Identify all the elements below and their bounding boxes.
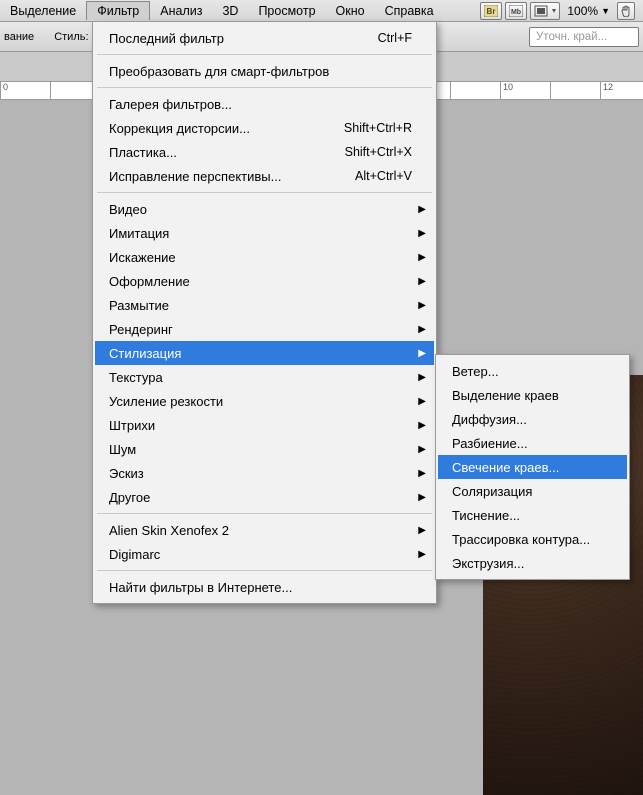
bridge-button[interactable]: Br — [480, 2, 502, 20]
refine-edge-button[interactable]: Уточн. край... — [529, 27, 639, 47]
submenu-glowing-edges[interactable]: Свечение краев... — [438, 455, 627, 479]
menu-analysis[interactable]: Анализ — [150, 2, 212, 20]
menu-other[interactable]: Другое▶ — [95, 485, 434, 509]
submenu-arrow-icon: ▶ — [418, 468, 426, 479]
submenu-arrow-icon: ▶ — [418, 300, 426, 311]
menu-last-filter[interactable]: Последний фильтр Ctrl+F — [95, 26, 434, 50]
menu-sketch[interactable]: Эскиз▶ — [95, 461, 434, 485]
submenu-arrow-icon: ▶ — [418, 348, 426, 359]
menu-help[interactable]: Справка — [375, 2, 444, 20]
menu-vanishing-point[interactable]: Исправление перспективы... Alt+Ctrl+V — [95, 164, 434, 188]
submenu-arrow-icon: ▶ — [418, 372, 426, 383]
submenu-tiles[interactable]: Разбиение... — [438, 431, 627, 455]
menu-pixelate[interactable]: Оформление▶ — [95, 269, 434, 293]
submenu-arrow-icon: ▶ — [418, 492, 426, 503]
menu-separator — [97, 54, 432, 55]
menu-window[interactable]: Окно — [326, 2, 375, 20]
submenu-extrude[interactable]: Экструзия... — [438, 551, 627, 575]
minibridge-button[interactable]: Mb — [505, 2, 527, 20]
menu-filter[interactable]: Фильтр — [86, 1, 150, 20]
menu-separator — [97, 87, 432, 88]
stylize-submenu: Ветер... Выделение краев Диффузия... Раз… — [435, 354, 630, 580]
menu-liquify[interactable]: Пластика... Shift+Ctrl+X — [95, 140, 434, 164]
menu-view[interactable]: Просмотр — [248, 2, 325, 20]
submenu-arrow-icon: ▶ — [418, 228, 426, 239]
toolbar-right: Br Mb 100% ▼ — [480, 2, 635, 20]
opt-style-label: Стиль: — [54, 31, 88, 43]
bridge-icon: Br — [484, 5, 498, 17]
submenu-solarize[interactable]: Соляризация — [438, 479, 627, 503]
menu-sharpen[interactable]: Усиление резкости▶ — [95, 389, 434, 413]
chevron-down-icon: ▼ — [601, 6, 610, 16]
menu-separator — [97, 570, 432, 571]
opt-preset-label: вание — [4, 31, 34, 43]
hand-tool-button[interactable] — [617, 2, 635, 20]
filter-menu: Последний фильтр Ctrl+F Преобразовать дл… — [92, 21, 437, 604]
submenu-emboss[interactable]: Тиснение... — [438, 503, 627, 527]
submenu-arrow-icon: ▶ — [418, 444, 426, 455]
menu-render[interactable]: Рендеринг▶ — [95, 317, 434, 341]
submenu-arrow-icon: ▶ — [418, 276, 426, 287]
svg-text:Br: Br — [487, 7, 496, 16]
submenu-arrow-icon: ▶ — [418, 204, 426, 215]
submenu-arrow-icon: ▶ — [418, 396, 426, 407]
submenu-arrow-icon: ▶ — [418, 525, 426, 536]
menu-noise[interactable]: Шум▶ — [95, 437, 434, 461]
menu-separator — [97, 513, 432, 514]
menu-artistic[interactable]: Имитация▶ — [95, 221, 434, 245]
refine-edge-label: Уточн. край... — [536, 31, 607, 43]
menu-smart-filters[interactable]: Преобразовать для смарт-фильтров — [95, 59, 434, 83]
zoom-value: 100% — [567, 4, 598, 18]
screen-mode-icon — [534, 5, 556, 17]
zoom-display[interactable]: 100% ▼ — [563, 4, 614, 18]
menu-filter-gallery[interactable]: Галерея фильтров... — [95, 92, 434, 116]
screen-mode-button[interactable] — [530, 2, 560, 20]
menu-blur[interactable]: Размытие▶ — [95, 293, 434, 317]
submenu-find-edges[interactable]: Выделение краев — [438, 383, 627, 407]
menu-browse-filters[interactable]: Найти фильтры в Интернете... — [95, 575, 434, 599]
menu-video[interactable]: Видео▶ — [95, 197, 434, 221]
submenu-arrow-icon: ▶ — [418, 252, 426, 263]
menu-alien-skin[interactable]: Alien Skin Xenofex 2▶ — [95, 518, 434, 542]
menu-texture[interactable]: Текстура▶ — [95, 365, 434, 389]
menu-digimarc[interactable]: Digimarc▶ — [95, 542, 434, 566]
submenu-wind[interactable]: Ветер... — [438, 359, 627, 383]
submenu-arrow-icon: ▶ — [418, 549, 426, 560]
menu-stylize[interactable]: Стилизация▶ — [95, 341, 434, 365]
minibridge-icon: Mb — [509, 5, 523, 17]
menu-separator — [97, 192, 432, 193]
hand-icon — [620, 5, 632, 17]
submenu-trace-contour[interactable]: Трассировка контура... — [438, 527, 627, 551]
menu-3d[interactable]: 3D — [212, 2, 248, 20]
menu-select[interactable]: Выделение — [0, 2, 86, 20]
menu-lens-correction[interactable]: Коррекция дисторсии... Shift+Ctrl+R — [95, 116, 434, 140]
svg-text:Mb: Mb — [511, 9, 521, 16]
submenu-arrow-icon: ▶ — [418, 420, 426, 431]
menu-distort[interactable]: Искажение▶ — [95, 245, 434, 269]
menu-brush-strokes[interactable]: Штрихи▶ — [95, 413, 434, 437]
submenu-diffuse[interactable]: Диффузия... — [438, 407, 627, 431]
submenu-arrow-icon: ▶ — [418, 324, 426, 335]
